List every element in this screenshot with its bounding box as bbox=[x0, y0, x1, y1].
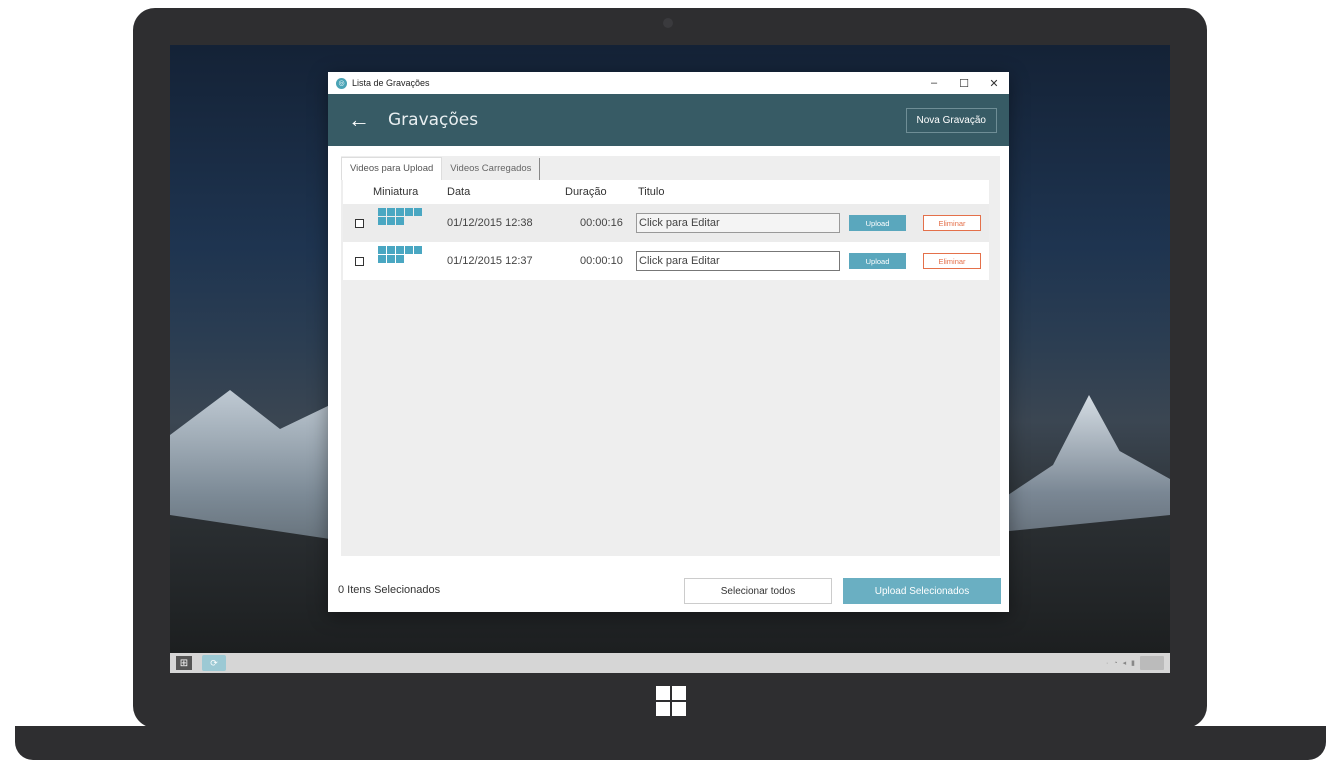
tab-bar: Videos para Upload Videos Carregados bbox=[341, 156, 1000, 180]
network-icon[interactable]: ◔ bbox=[1113, 660, 1117, 667]
webcam bbox=[663, 18, 673, 28]
column-date: Data bbox=[447, 186, 471, 198]
app-logo-icon: ◎ bbox=[336, 77, 347, 89]
row-checkbox[interactable] bbox=[355, 218, 364, 228]
taskbar: ⊞ ⟳ · ◔ ◂ ▮ bbox=[170, 653, 1170, 673]
app-header: ← Gravações Nova Gravação bbox=[328, 94, 1009, 146]
selected-count: 0 Itens Selecionados bbox=[338, 584, 441, 596]
row-duration: 00:00:16 bbox=[580, 217, 623, 229]
tab-videos-upload[interactable]: Videos para Upload bbox=[341, 157, 443, 180]
minimize-button[interactable]: – bbox=[919, 72, 949, 94]
row-date: 01/12/2015 12:38 bbox=[447, 217, 533, 229]
windows-logo-icon bbox=[656, 686, 686, 716]
column-duration: Duração bbox=[565, 186, 607, 198]
system-tray: · ◔ ◂ ▮ bbox=[1106, 656, 1164, 670]
stage: ⊞ ⟳ · ◔ ◂ ▮ ◎ Lista de Gravações – ☐ ✕ ←… bbox=[0, 0, 1335, 760]
delete-button[interactable]: Eliminar bbox=[923, 253, 981, 269]
video-thumbnail bbox=[378, 208, 424, 226]
content-panel: Videos para Upload Videos Carregados Min… bbox=[341, 156, 1000, 556]
row-duration: 00:00:10 bbox=[580, 255, 623, 267]
upload-button[interactable]: Upload bbox=[849, 253, 906, 269]
taskbar-app-icon[interactable]: ⟳ bbox=[202, 655, 226, 671]
column-title: Titulo bbox=[638, 186, 665, 198]
upload-button[interactable]: Upload bbox=[849, 215, 906, 231]
column-thumbnail: Miniatura bbox=[373, 186, 419, 198]
table-row[interactable]: 01/12/2015 12:38 00:00:16 Upload Elimina… bbox=[343, 204, 989, 242]
title-field[interactable] bbox=[636, 213, 840, 233]
battery-icon[interactable]: ▮ bbox=[1131, 659, 1135, 667]
row-checkbox[interactable] bbox=[355, 256, 364, 266]
app-window: ◎ Lista de Gravações – ☐ ✕ ← Gravações N… bbox=[328, 72, 1009, 612]
tray-icon[interactable]: · bbox=[1106, 660, 1108, 667]
table-row[interactable]: 01/12/2015 12:37 00:00:10 Upload Elimina… bbox=[343, 242, 989, 280]
select-all-button[interactable]: Selecionar todos bbox=[684, 578, 832, 604]
window-title: Lista de Gravações bbox=[352, 78, 430, 88]
title-bar: ◎ Lista de Gravações – ☐ ✕ bbox=[328, 72, 1009, 94]
start-button[interactable]: ⊞ bbox=[176, 656, 192, 670]
title-field[interactable] bbox=[636, 251, 840, 271]
video-thumbnail bbox=[378, 246, 424, 264]
tab-videos-uploaded[interactable]: Videos Carregados bbox=[442, 158, 541, 180]
column-headers: Miniatura Data Duração Titulo bbox=[343, 180, 989, 204]
delete-button[interactable]: Eliminar bbox=[923, 215, 981, 231]
volume-icon[interactable]: ◂ bbox=[1123, 659, 1127, 667]
laptop-base bbox=[15, 726, 1326, 760]
page-title: Gravações bbox=[388, 110, 479, 130]
close-button[interactable]: ✕ bbox=[979, 72, 1009, 94]
footer-bar: 0 Itens Selecionados Selecionar todos Up… bbox=[328, 568, 1009, 612]
window-controls: – ☐ ✕ bbox=[919, 72, 1009, 94]
clock[interactable] bbox=[1140, 656, 1164, 670]
back-arrow-icon[interactable]: ← bbox=[348, 109, 370, 131]
new-recording-button[interactable]: Nova Gravação bbox=[905, 107, 997, 133]
recordings-list: Miniatura Data Duração Titulo 01/12/2015… bbox=[343, 180, 989, 554]
row-date: 01/12/2015 12:37 bbox=[447, 255, 533, 267]
maximize-button[interactable]: ☐ bbox=[949, 72, 979, 94]
upload-selected-button[interactable]: Upload Selecionados bbox=[843, 578, 1001, 604]
